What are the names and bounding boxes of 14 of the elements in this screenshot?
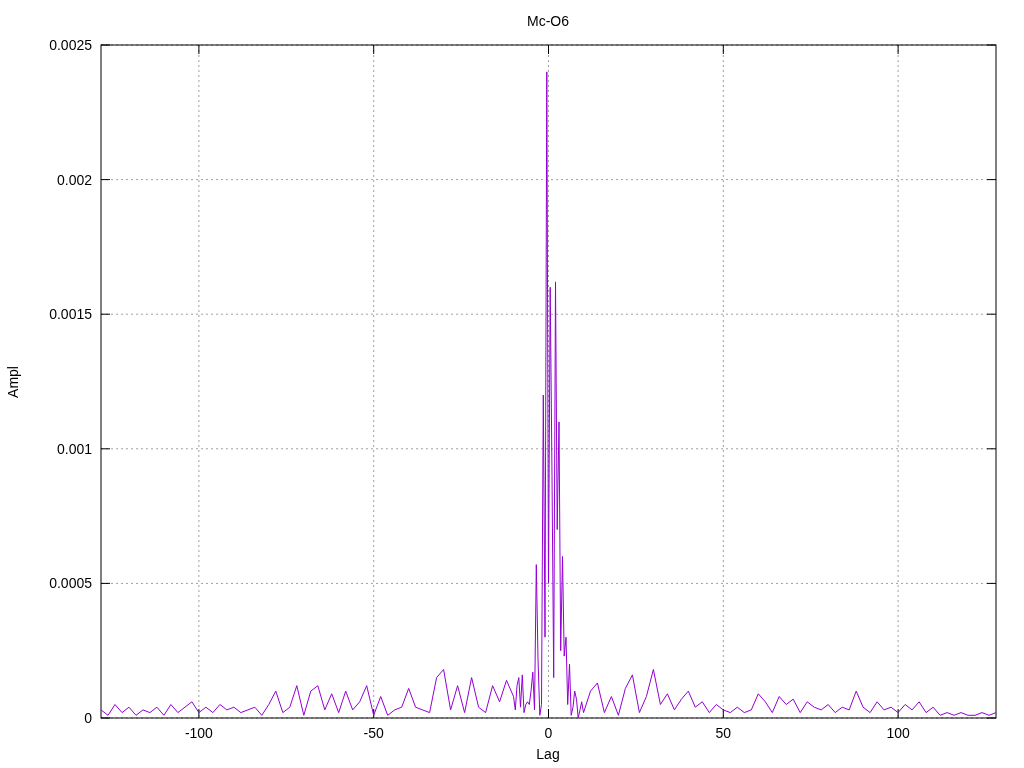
x-tick-label: 0: [544, 725, 553, 741]
x-tick-label: -50: [363, 725, 384, 741]
y-axis-label: Ampl: [5, 366, 21, 398]
y-tick-label: 0.001: [56, 440, 92, 457]
chart-title: Mc-O6: [527, 13, 569, 29]
y-tick-label: 0.0015: [49, 306, 92, 323]
x-tick-label: -100: [184, 725, 213, 741]
y-tick-label: 0.002: [56, 171, 92, 188]
x-tick-label: 50: [715, 725, 732, 741]
y-tick-label: 0.0005: [49, 575, 92, 592]
y-tick-label: 0.0025: [49, 37, 92, 53]
x-axis-label: Lag: [536, 746, 560, 762]
y-tick-label: 0: [84, 710, 92, 726]
x-tick-label: 100: [886, 725, 910, 741]
